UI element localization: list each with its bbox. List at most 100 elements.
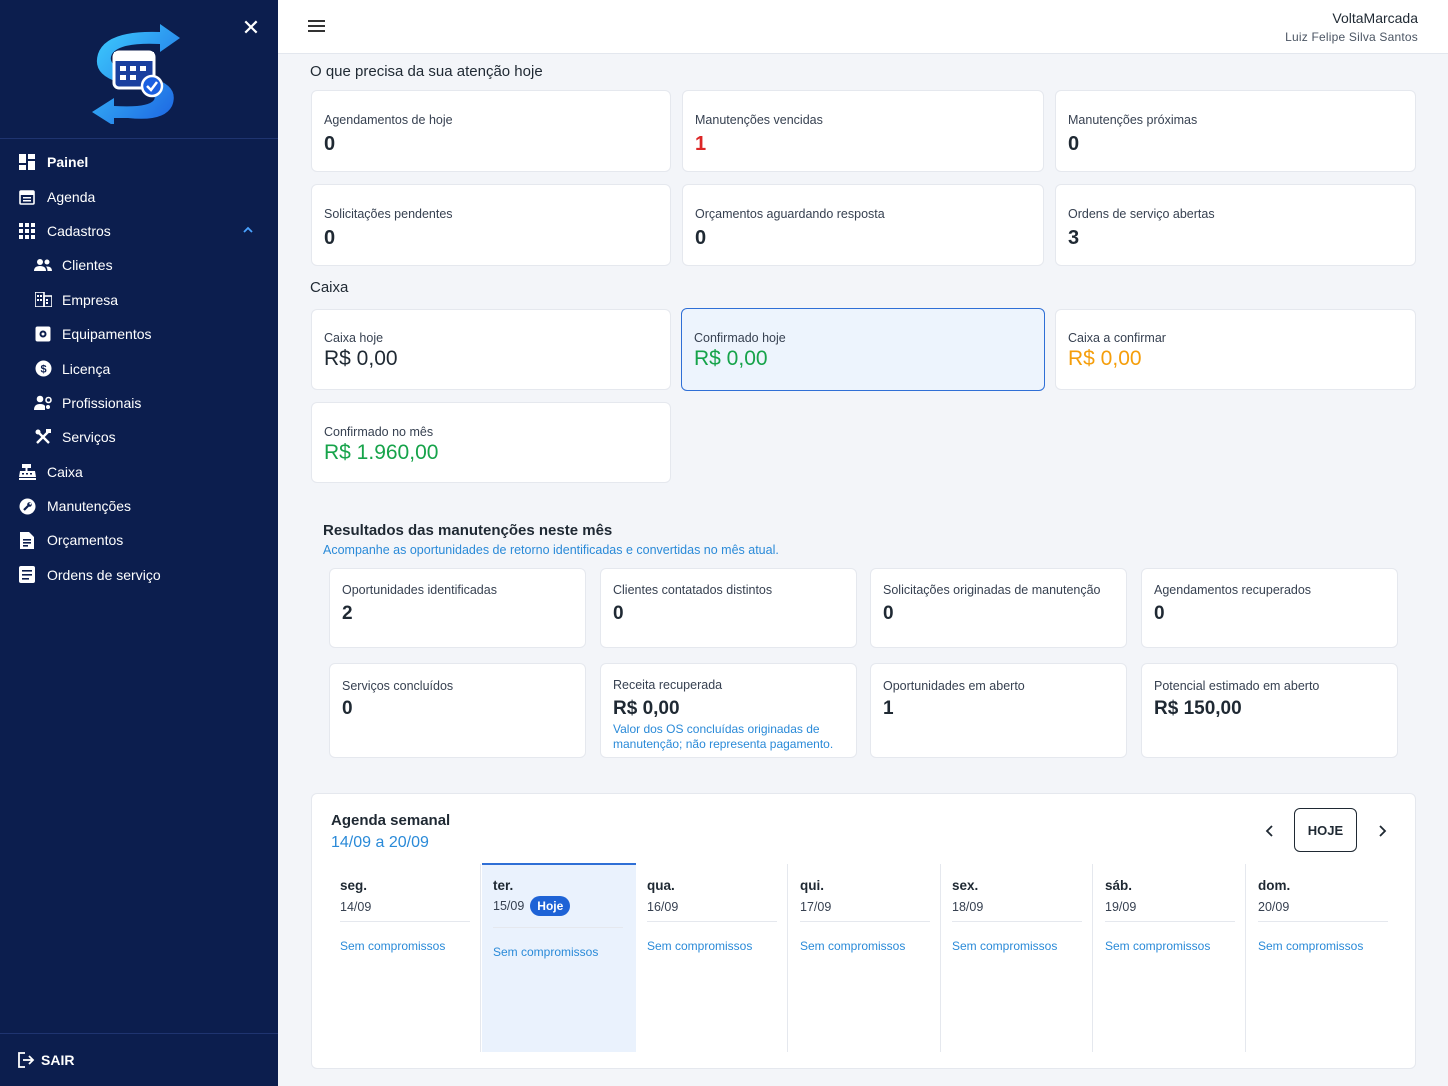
chevron-left-icon[interactable] [1260, 821, 1280, 841]
results-title: Resultados das manutenções neste mês [323, 522, 613, 539]
dollar-circle-icon: $ [34, 360, 52, 378]
no-appointments-text[interactable]: Sem compromissos [647, 939, 752, 953]
document-icon [18, 531, 36, 549]
card-label: Oportunidades identificadas [342, 583, 497, 597]
card-label: Solicitações pendentes [324, 207, 453, 221]
sidebar-item-painel[interactable]: Painel [0, 145, 278, 179]
card-value: 0 [695, 227, 707, 249]
sidebar-item-label: Caixa [47, 463, 83, 480]
results-card[interactable]: Clientes contatados distintos 0 [600, 568, 857, 648]
sidebar-item-manutencoes[interactable]: Manutenções [0, 489, 278, 523]
no-appointments-text[interactable]: Sem compromissos [952, 939, 1057, 953]
divider [493, 927, 623, 928]
caixa-card-selected[interactable]: Confirmado hoje R$ 0,00 [681, 308, 1045, 391]
results-subtitle: Acompanhe as oportunidades de retorno id… [323, 543, 779, 557]
day-date: 15/09 [493, 899, 525, 913]
results-card[interactable]: Oportunidades em aberto 1 [870, 663, 1127, 758]
day-column[interactable]: dom. 20/09 Sem compromissos [1247, 864, 1399, 1052]
attention-card[interactable]: Ordens de serviço abertas 3 [1055, 184, 1416, 266]
calendar-icon [18, 188, 36, 206]
divider [800, 921, 930, 922]
day-column-today[interactable]: ter. 15/09 Hoje Sem compromissos [482, 863, 636, 1052]
sidebar-item-profissionais[interactable]: Profissionais [0, 386, 278, 420]
day-column[interactable]: sáb. 19/09 Sem compromissos [1094, 864, 1246, 1052]
day-column[interactable]: qui. 17/09 Sem compromissos [789, 864, 941, 1052]
card-label: Manutenções próximas [1068, 113, 1198, 127]
building-icon [34, 291, 52, 309]
results-card[interactable]: Serviços concluídos 0 [329, 663, 586, 758]
sidebar-item-agenda[interactable]: Agenda [0, 179, 278, 213]
day-column[interactable]: seg. 14/09 Sem compromissos [329, 864, 481, 1052]
menu-icon[interactable] [308, 20, 325, 34]
day-date: 18/09 [952, 900, 984, 914]
card-value: 0 [613, 603, 624, 624]
sidebar-item-caixa[interactable]: Caixa [0, 455, 278, 489]
card-label: Clientes contatados distintos [613, 583, 773, 597]
divider [340, 921, 470, 922]
caixa-card[interactable]: Caixa hoje R$ 0,00 [311, 309, 671, 390]
attention-card[interactable]: Solicitações pendentes 0 [311, 184, 671, 266]
card-value: 0 [324, 133, 336, 155]
attention-card[interactable]: Manutenções próximas 0 [1055, 90, 1416, 172]
dashboard-icon [18, 153, 36, 171]
no-appointments-text[interactable]: Sem compromissos [1258, 939, 1363, 953]
no-appointments-text[interactable]: Sem compromissos [493, 945, 598, 959]
sidebar-item-label: Manutenções [47, 498, 132, 515]
day-date-row: 15/09 Hoje [493, 896, 571, 916]
results-card[interactable]: Receita recuperada R$ 0,00 Valor dos OS … [600, 663, 857, 758]
sidebar-item-equipamentos[interactable]: Equipamentos [0, 317, 278, 351]
results-card[interactable]: Potencial estimado em aberto R$ 150,00 [1141, 663, 1398, 758]
sidebar-item-clientes[interactable]: Clientes [0, 248, 278, 282]
chevron-right-icon[interactable] [1372, 821, 1392, 841]
no-appointments-text[interactable]: Sem compromissos [340, 939, 445, 953]
user-name: Luiz Felipe Silva Santos [1285, 30, 1418, 44]
sidebar-item-cadastros[interactable]: Cadastros [0, 214, 278, 248]
company-name: VoltaMarcada [1332, 10, 1418, 26]
day-name: sex. [952, 878, 979, 893]
caixa-card[interactable]: Caixa a confirmar R$ 0,00 [1055, 309, 1416, 390]
cash-register-icon [18, 463, 36, 481]
caixa-title: Caixa [310, 279, 349, 296]
day-column[interactable]: qua. 16/09 Sem compromissos [636, 864, 788, 1052]
sidebar-item-empresa[interactable]: Empresa [0, 283, 278, 317]
day-date: 20/09 [1258, 900, 1290, 914]
attention-card[interactable]: Orçamentos aguardando resposta 0 [682, 184, 1044, 266]
card-value: 0 [342, 698, 353, 719]
users-icon [34, 256, 52, 274]
attention-card[interactable]: Agendamentos de hoje 0 [311, 90, 671, 172]
results-card[interactable]: Oportunidades identificadas 2 [329, 568, 586, 648]
sidebar-item-label: Serviços [62, 429, 116, 446]
sidebar-item-orcamentos[interactable]: Orçamentos [0, 523, 278, 557]
sidebar-item-servicos[interactable]: Serviços [0, 420, 278, 454]
sidebar-item-licenca[interactable]: $ Licença [0, 351, 278, 385]
day-name: dom. [1258, 878, 1291, 893]
day-name: qui. [800, 878, 824, 893]
no-appointments-text[interactable]: Sem compromissos [800, 939, 905, 953]
results-card[interactable]: Agendamentos recuperados 0 [1141, 568, 1398, 648]
logout-label: SAIR [41, 1052, 75, 1068]
day-date: 14/09 [340, 900, 372, 914]
results-card[interactable]: Solicitações originadas de manutenção 0 [870, 568, 1127, 648]
card-value: R$ 0,00 [694, 347, 768, 370]
close-icon[interactable]: ✕ [241, 17, 261, 39]
card-label: Confirmado hoje [694, 331, 786, 345]
day-date: 19/09 [1105, 900, 1137, 914]
sidebar-item-label: Painel [47, 154, 89, 171]
attention-card[interactable]: Manutenções vencidas 1 [682, 90, 1044, 172]
card-label: Potencial estimado em aberto [1154, 679, 1320, 693]
card-label: Caixa a confirmar [1068, 331, 1166, 345]
sidebar-item-ordens-servico[interactable]: Ordens de serviço [0, 558, 278, 592]
logout-button[interactable]: SAIR [0, 1033, 278, 1086]
no-appointments-text[interactable]: Sem compromissos [1105, 939, 1210, 953]
card-note: Valor dos OS concluídas originadas de ma… [613, 722, 834, 751]
chevron-up-icon[interactable] [242, 224, 254, 236]
sidebar-item-label: Cadastros [47, 222, 111, 239]
card-value: 0 [1154, 603, 1165, 624]
user-block[interactable]: VoltaMarcada Luiz Felipe Silva Santos [1285, 10, 1418, 44]
today-button[interactable]: HOJE [1294, 808, 1357, 852]
caixa-card[interactable]: Confirmado no mês R$ 1.960,00 [311, 402, 671, 483]
day-column[interactable]: sex. 18/09 Sem compromissos [941, 864, 1093, 1052]
card-label: Solicitações originadas de manutenção [883, 583, 1101, 597]
day-date: 16/09 [647, 900, 679, 914]
card-value: R$ 0,00 [613, 698, 680, 719]
